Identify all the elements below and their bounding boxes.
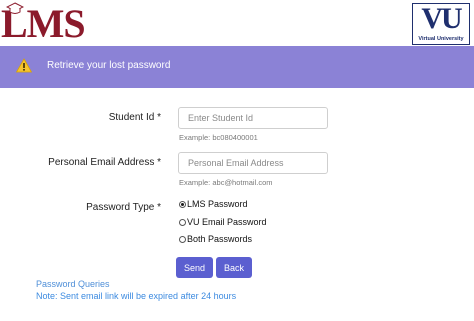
header: LMS VU Virtual University [0, 0, 474, 46]
password-type-label: Password Type * [86, 202, 161, 213]
virtual-university-logo[interactable]: VU Virtual University [412, 2, 470, 45]
banner-message: Retrieve your lost password [47, 60, 171, 71]
back-button[interactable]: Back [216, 257, 252, 278]
radio-lms-password[interactable]: LMS Password [179, 198, 248, 210]
radio-label-both-passwords: Both Passwords [187, 234, 253, 244]
lms-logo[interactable]: LMS [0, 2, 86, 46]
radio-button[interactable] [179, 218, 186, 226]
student-id-label: Student Id * [108, 112, 161, 123]
radio-button-checked[interactable] [179, 200, 186, 208]
email-input[interactable] [178, 152, 328, 174]
radio-vu-email-password[interactable]: VU Email Password [179, 216, 267, 228]
student-id-input[interactable] [178, 107, 328, 129]
password-recovery-page: LMS VU Virtual University Retrieve your … [0, 0, 474, 321]
password-queries-link[interactable]: Password Queries [36, 278, 110, 290]
warning-icon [16, 58, 32, 73]
info-banner: Retrieve your lost password [0, 46, 474, 88]
email-hint: Example: abc@hotmail.com [179, 178, 273, 187]
radio-label-vu-email-password: VU Email Password [187, 217, 267, 227]
radio-button[interactable] [179, 235, 186, 243]
radio-label-lms-password: LMS Password [187, 199, 248, 209]
vu-logo-caption: Virtual University [418, 36, 464, 42]
graduation-cap-icon [6, 2, 24, 14]
send-button[interactable]: Send [176, 257, 213, 278]
radio-both-passwords[interactable]: Both Passwords [179, 233, 252, 245]
email-label: Personal Email Address * [48, 157, 161, 168]
vu-logo-mark: VU [421, 2, 462, 35]
expiry-note: Note: Sent email link will be expired af… [36, 291, 237, 301]
student-id-hint: Example: bc080400001 [179, 133, 258, 142]
